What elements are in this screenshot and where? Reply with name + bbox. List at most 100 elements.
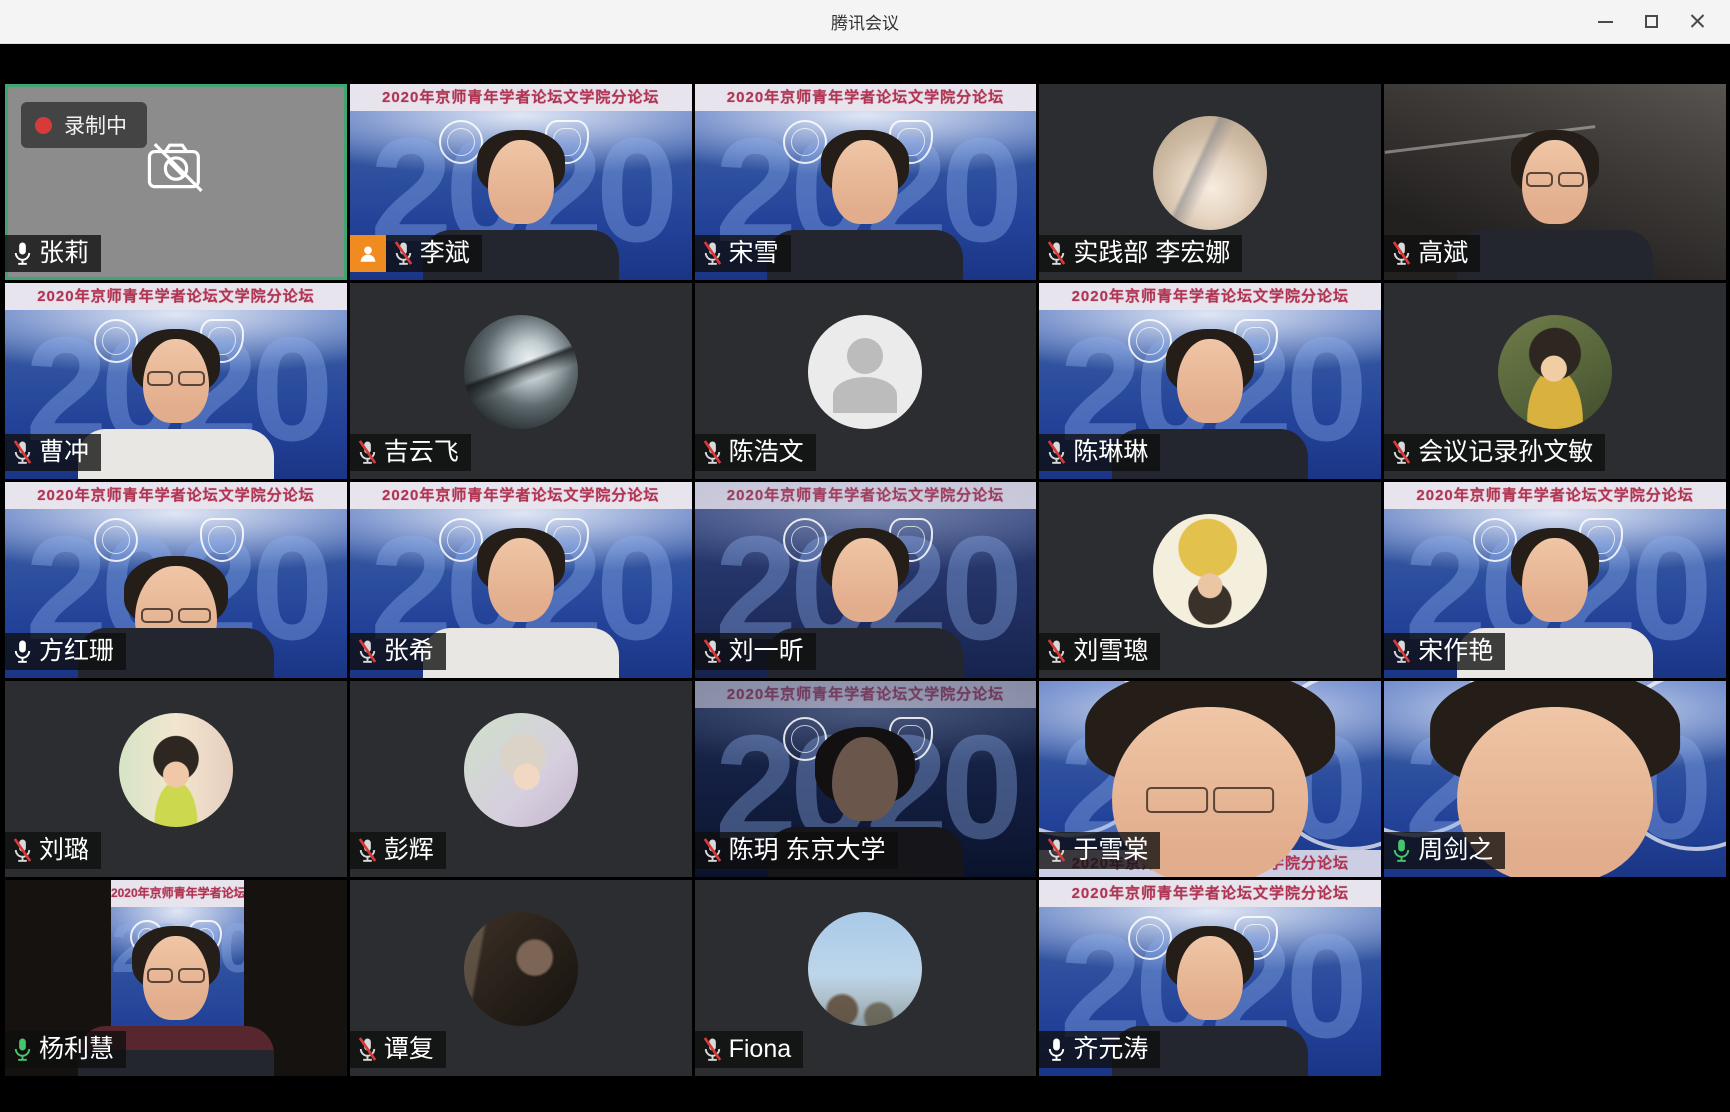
name-row: 李斌 xyxy=(350,235,482,272)
mic-muted-icon xyxy=(392,241,415,266)
close-button[interactable] xyxy=(1674,0,1720,43)
mic-muted-icon xyxy=(1390,639,1413,664)
person-torso xyxy=(423,628,619,678)
conference-banner: 2020年京师青年学者论坛文学院分论坛 xyxy=(1039,880,1381,907)
participant-tile[interactable]: 彭辉 xyxy=(350,681,692,877)
participant-name: Fiona xyxy=(729,1035,792,1064)
minimize-button[interactable] xyxy=(1582,0,1628,43)
participant-name-bar: 杨利慧 xyxy=(5,1031,126,1068)
conference-banner: 2020年京师青年学者论坛文学院分论坛 xyxy=(5,283,347,310)
maximize-button[interactable] xyxy=(1628,0,1674,43)
participant-tile[interactable]: 2020年京师青年学者论坛文学院分论坛2020李斌 xyxy=(350,84,692,280)
person-torso xyxy=(1457,230,1653,280)
participant-tile[interactable]: 2020年京师青年学者论坛文学院分论坛2020宋作艳 xyxy=(1384,482,1726,678)
person-face xyxy=(1522,538,1588,622)
person-face xyxy=(488,538,554,622)
participant-name-bar: 宋雪 xyxy=(695,235,791,272)
host-badge-icon xyxy=(350,235,386,272)
participant-tile[interactable]: 2020年京师青年学者论坛文学院分论坛2020杨利慧 xyxy=(5,880,347,1076)
participant-tile[interactable]: 会议记录孙文敏 xyxy=(1384,283,1726,479)
name-row: 刘璐 xyxy=(5,832,101,869)
participant-name: 刘璐 xyxy=(39,836,89,865)
name-row: 于雪棠 xyxy=(1039,832,1160,869)
mic-speaking-icon xyxy=(1390,838,1413,863)
recording-badge: 录制中 xyxy=(21,102,147,148)
participant-name-bar: Fiona xyxy=(695,1031,804,1068)
name-row: 陈琳琳 xyxy=(1039,434,1160,471)
participant-tile[interactable]: 谭复 xyxy=(350,880,692,1076)
participant-tile[interactable]: 高斌 xyxy=(1384,84,1726,280)
name-row: 实践部 李宏娜 xyxy=(1039,235,1242,272)
participant-tile[interactable]: 刘璐 xyxy=(5,681,347,877)
name-row: 齐元涛 xyxy=(1039,1031,1160,1068)
glasses-icon xyxy=(1526,172,1584,187)
participant-name-bar: 方红珊 xyxy=(5,633,126,670)
window-titlebar[interactable]: 腾讯会议 xyxy=(0,0,1730,44)
participant-tile[interactable]: 2020年京师青年学者论坛文学院分论坛2020刘一昕 xyxy=(695,482,1037,678)
name-row: 吉云飞 xyxy=(350,434,471,471)
participant-tile[interactable]: 陈浩文 xyxy=(695,283,1037,479)
close-icon xyxy=(1690,14,1705,29)
conference-banner: 2020年京师青年学者论坛文学院分论坛 xyxy=(111,880,244,907)
participant-tile[interactable]: 2020年京师青年学者论坛文学院分论坛2020于雪棠 xyxy=(1039,681,1381,877)
mic-muted-icon xyxy=(1390,241,1413,266)
mic-muted-icon xyxy=(1390,440,1413,465)
recording-dot-icon xyxy=(35,117,52,134)
name-row: Fiona xyxy=(695,1031,804,1068)
name-row: 宋雪 xyxy=(695,235,791,272)
mic-muted-icon xyxy=(1045,639,1068,664)
conference-banner: 2020年京师青年学者论坛文学院分论坛 xyxy=(5,482,347,509)
participant-tile[interactable]: 2020年京师青年学者论坛文学院分论坛2020陈琳琳 xyxy=(1039,283,1381,479)
participant-name: 周剑之 xyxy=(1418,836,1493,865)
glasses-icon xyxy=(141,608,211,623)
name-row: 彭辉 xyxy=(350,832,446,869)
conference-banner: 2020年京师青年学者论坛文学院分论坛 xyxy=(350,84,692,111)
name-row: 宋作艳 xyxy=(1384,633,1505,670)
participant-tile[interactable]: 2020年京师青年学者论坛文学院分论坛2020齐元涛 xyxy=(1039,880,1381,1076)
person-face xyxy=(488,140,554,224)
participant-name-bar: 刘雪璁 xyxy=(1039,633,1160,670)
meeting-stage: 录制中张莉2020年京师青年学者论坛文学院分论坛2020李斌2020年京师青年学… xyxy=(0,44,1730,1112)
participant-name: 刘雪璁 xyxy=(1073,637,1148,666)
name-row: 会议记录孙文敏 xyxy=(1384,434,1605,471)
participant-tile[interactable]: 2020周剑之 xyxy=(1384,681,1726,877)
participant-grid: 录制中张莉2020年京师青年学者论坛文学院分论坛2020李斌2020年京师青年学… xyxy=(0,44,1730,1076)
blurry-light-avatar xyxy=(464,315,578,429)
camera-off-icon xyxy=(142,139,210,202)
conference-banner: 2020年京师青年学者论坛文学院分论坛 xyxy=(1384,482,1726,509)
participant-name-bar: 刘璐 xyxy=(5,832,101,869)
participant-name-bar: 宋作艳 xyxy=(1384,633,1505,670)
participant-name: 张莉 xyxy=(39,239,89,268)
name-row: 高斌 xyxy=(1384,235,1480,272)
participant-name-bar: 会议记录孙文敏 xyxy=(1384,434,1605,471)
participant-name-bar: 于雪棠 xyxy=(1039,832,1160,869)
participant-name: 陈琳琳 xyxy=(1073,438,1148,467)
participant-tile[interactable]: 2020年京师青年学者论坛文学院分论坛2020曹冲 xyxy=(5,283,347,479)
participant-tile[interactable]: 实践部 李宏娜 xyxy=(1039,84,1381,280)
participant-tile[interactable]: 2020年京师青年学者论坛文学院分论坛2020宋雪 xyxy=(695,84,1037,280)
participant-name-bar: 陈浩文 xyxy=(695,434,816,471)
participant-tile[interactable]: 2020年京师青年学者论坛文学院分论坛2020张希 xyxy=(350,482,692,678)
window-title: 腾讯会议 xyxy=(831,9,899,34)
participant-name: 高斌 xyxy=(1418,239,1468,268)
participant-name: 吉云飞 xyxy=(384,438,459,467)
participant-tile[interactable]: 2020年京师青年学者论坛文学院分论坛2020陈玥 东京大学 xyxy=(695,681,1037,877)
name-row: 陈玥 东京大学 xyxy=(695,832,898,869)
glasses-icon xyxy=(147,968,205,983)
name-row: 刘雪璁 xyxy=(1039,633,1160,670)
conference-banner: 2020年京师青年学者论坛文学院分论坛 xyxy=(695,681,1037,708)
mic-muted-icon xyxy=(356,639,379,664)
sky-trees-avatar xyxy=(808,912,922,1026)
glasses-icon xyxy=(147,371,205,386)
conference-banner: 2020年京师青年学者论坛文学院分论坛 xyxy=(350,482,692,509)
participant-tile[interactable]: 刘雪璁 xyxy=(1039,482,1381,678)
participant-tile[interactable]: 吉云飞 xyxy=(350,283,692,479)
participant-tile[interactable]: Fiona xyxy=(695,880,1037,1076)
maximize-icon xyxy=(1645,15,1658,28)
person-face xyxy=(1177,339,1243,423)
participant-name: 彭辉 xyxy=(384,836,434,865)
participant-tile[interactable]: 录制中张莉 xyxy=(5,84,347,280)
participant-tile[interactable]: 2020年京师青年学者论坛文学院分论坛2020方红珊 xyxy=(5,482,347,678)
mic-muted-icon xyxy=(701,241,724,266)
person-torso xyxy=(767,230,963,280)
